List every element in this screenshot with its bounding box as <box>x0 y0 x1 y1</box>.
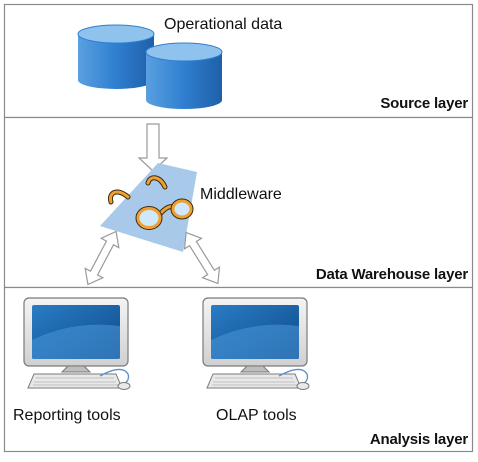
analysis-layer-title: Analysis layer <box>369 431 468 448</box>
reporting-tools-label: Reporting tools <box>13 407 121 424</box>
computer-icon <box>23 297 131 390</box>
middleware-label: Middleware <box>200 186 282 203</box>
olap-tools-label: OLAP tools <box>216 407 297 424</box>
database-icon <box>77 24 155 89</box>
computer-icon <box>202 297 310 390</box>
database-icon <box>145 42 223 109</box>
warehouse-layer-title: Data Warehouse layer <box>315 266 468 283</box>
source-layer-title: Source layer <box>380 95 468 112</box>
operational-data-label: Operational data <box>164 16 283 33</box>
architecture-diagram: Operational data Source layer Middleware… <box>0 0 478 457</box>
diagram-canvas <box>3 3 474 453</box>
